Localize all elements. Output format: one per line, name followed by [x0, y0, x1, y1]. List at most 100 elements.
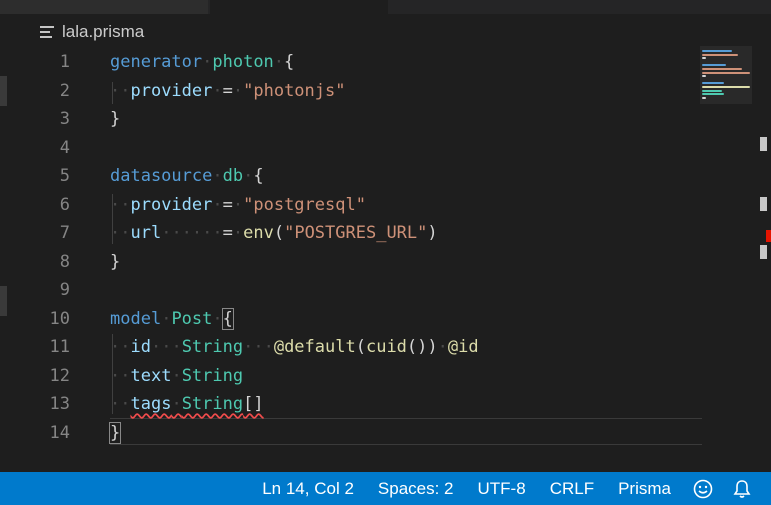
line-number: 7 [59, 223, 70, 243]
tab-active[interactable] [210, 0, 388, 14]
minimap-line [702, 93, 724, 96]
tab-inactive[interactable] [0, 0, 208, 14]
code-token: db [222, 166, 244, 186]
breadcrumb-filename[interactable]: lala.prisma [62, 22, 144, 42]
code-line[interactable]: 8} [0, 248, 700, 276]
line-number: 1 [59, 52, 70, 72]
code-text[interactable]: ··provider·=·"photonjs" [110, 77, 345, 105]
code-text[interactable]: ··id···String···@default(cuid())·@id [110, 333, 479, 361]
whitespace-marker: ······ [161, 223, 223, 243]
whitespace-marker: · [202, 52, 213, 72]
code-line[interactable]: 12 ··text·String [0, 362, 700, 390]
whitespace-marker: ·· [110, 80, 131, 101]
code-token: provider [130, 80, 213, 101]
code-text[interactable]: model·Post·{ [110, 305, 234, 333]
code-token: { [253, 166, 264, 186]
code-line[interactable]: 13 ··tags·String[] [0, 390, 700, 418]
minimap[interactable] [700, 46, 755, 106]
whitespace-marker: ·· [110, 223, 131, 243]
code-token: photon [212, 52, 274, 72]
scrollbar-marker [760, 245, 767, 259]
code-text[interactable]: datasource·db·{ [110, 162, 264, 190]
code-line[interactable]: 10 model·Post·{ [0, 305, 700, 333]
line-number: 3 [59, 109, 70, 129]
code-token: } [110, 109, 121, 129]
line-number: 9 [59, 280, 70, 300]
whitespace-marker: · [273, 52, 285, 72]
code-line[interactable]: 6 ··provider·=·"postgresql" [0, 191, 700, 219]
code-text[interactable]: ··provider·=·"postgresql" [110, 191, 366, 219]
code-token: ()) [406, 337, 438, 357]
code-token: { [221, 307, 234, 330]
code-editor[interactable]: 1 generator·photon·{2 ··provider·=·"photon… [0, 48, 702, 462]
language-mode[interactable]: Prisma [606, 472, 683, 505]
code-token: = [222, 194, 233, 215]
minimap-line [702, 75, 706, 78]
code-text[interactable]: } [108, 419, 122, 447]
minimap-line [702, 53, 738, 56]
code-line[interactable]: 5 datasource·db·{ [0, 162, 700, 190]
code-line[interactable]: 4 [0, 134, 700, 162]
code-token: cuid [365, 337, 407, 357]
minimap-line [702, 68, 742, 70]
code-text[interactable]: ··text·String [110, 362, 243, 390]
code-line[interactable]: 1 generator·photon·{ [0, 48, 700, 76]
code-token: = [222, 223, 233, 243]
line-ending-setting[interactable]: CRLF [538, 472, 606, 505]
code-token: model [110, 308, 162, 329]
encoding-setting[interactable]: UTF-8 [466, 472, 538, 505]
line-number: 5 [59, 166, 70, 186]
code-token: generator [110, 52, 203, 72]
whitespace-marker: · [232, 80, 244, 101]
whitespace-marker: · [243, 166, 254, 186]
minimap-line [702, 96, 706, 99]
code-text[interactable]: ··tags·String[] [110, 390, 264, 418]
code-text[interactable]: generator·photon·{ [110, 48, 294, 76]
code-token: [] [243, 394, 264, 414]
file-lines-icon [40, 26, 54, 38]
code-token: ) [427, 223, 438, 243]
scrollbar-marker [760, 197, 767, 211]
code-token: String [181, 365, 244, 386]
bell-icon[interactable] [723, 472, 771, 505]
code-line[interactable]: 3} [0, 105, 700, 133]
status-bar: Ln 14, Col 2 Spaces: 2 UTF-8 CRLF Prisma [0, 472, 771, 505]
indentation-setting[interactable]: Spaces: 2 [366, 472, 466, 505]
line-number: 4 [59, 137, 70, 158]
line-number: 10 [49, 308, 70, 329]
code-token: url [130, 223, 162, 243]
line-number: 8 [59, 251, 70, 272]
code-token: text [130, 365, 172, 386]
code-line[interactable]: 11 ··id···String···@default(cuid())·@id [0, 333, 700, 361]
whitespace-marker: ·· [110, 394, 131, 414]
smiley-icon[interactable] [683, 472, 723, 505]
breadcrumb[interactable]: lala.prisma [40, 18, 144, 46]
minimap-line [702, 50, 732, 52]
line-number: 14 [49, 422, 70, 443]
whitespace-marker: · [437, 337, 448, 357]
code-line[interactable]: 2 ··provider·=·"photonjs" [0, 77, 700, 105]
code-token: ( [355, 337, 366, 357]
code-token: ( [273, 223, 285, 243]
code-line[interactable]: 14} [0, 419, 700, 447]
code-line[interactable]: 7 ··url······=·env("POSTGRES_URL") [0, 219, 700, 247]
code-token: @default [273, 337, 356, 357]
code-token: tags [130, 394, 172, 414]
scrollbar-marker [760, 137, 767, 151]
whitespace-marker: · [212, 80, 223, 101]
code-token: "postgresql" [243, 194, 366, 215]
code-text[interactable]: } [110, 248, 120, 276]
code-token: id [130, 337, 151, 357]
whitespace-marker: · [171, 394, 182, 414]
code-text[interactable]: } [110, 105, 120, 133]
code-token: @id [447, 337, 479, 357]
code-token: { [284, 52, 295, 72]
minimap-line [702, 57, 706, 60]
code-text[interactable]: ··url······=·env("POSTGRES_URL") [110, 219, 438, 247]
cursor-position[interactable]: Ln 14, Col 2 [250, 472, 366, 505]
whitespace-marker: ·· [110, 194, 131, 215]
whitespace-marker: ··· [243, 337, 274, 357]
whitespace-marker: · [232, 223, 244, 243]
line-number: 13 [49, 394, 70, 414]
code-line[interactable]: 9 [0, 276, 700, 304]
